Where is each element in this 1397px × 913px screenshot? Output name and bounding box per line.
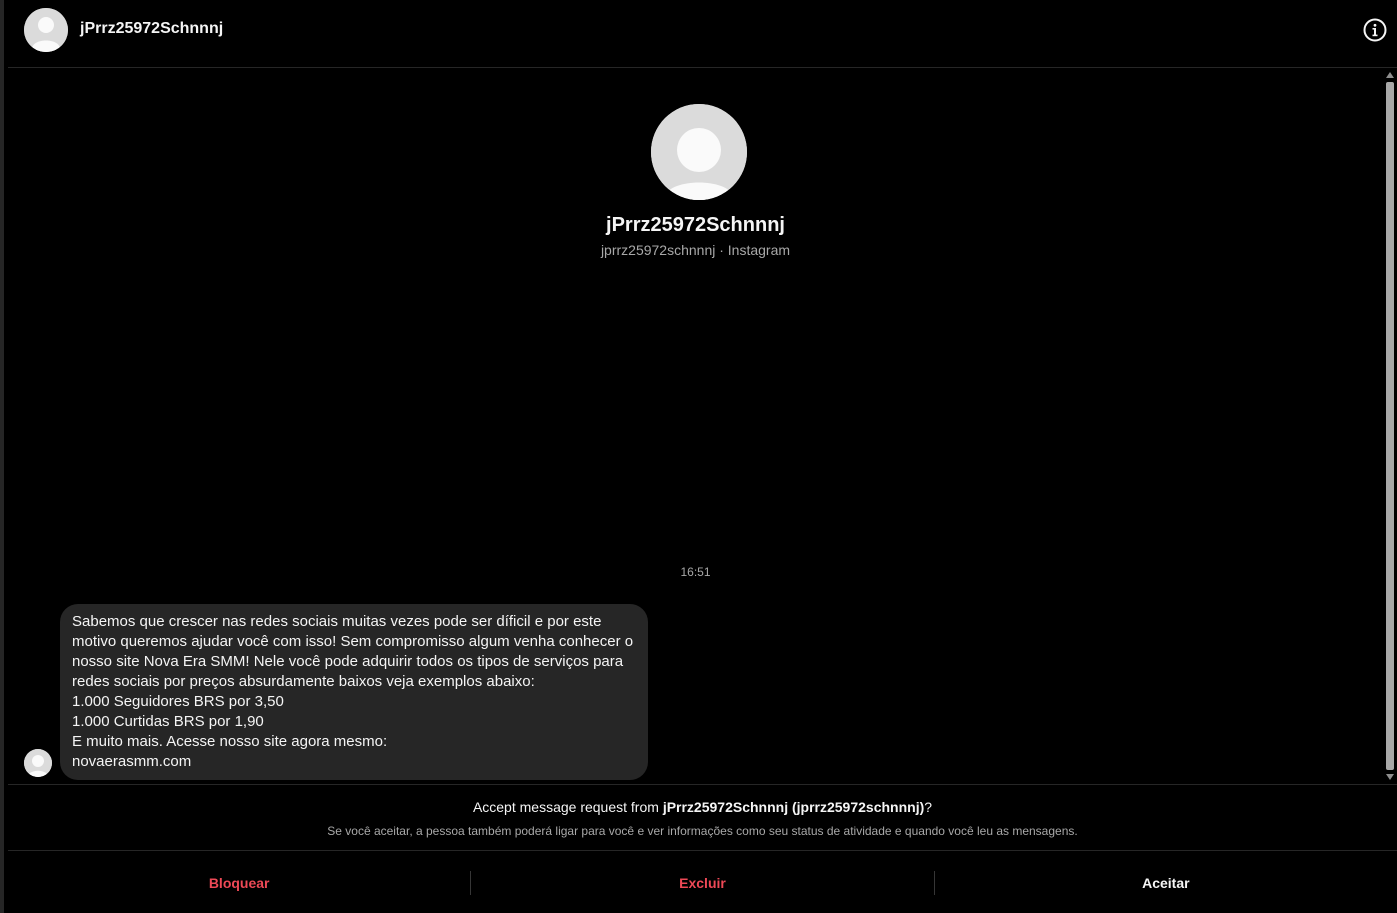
accept-button[interactable]: Aceitar xyxy=(935,852,1397,913)
direct-message-window: jPrrz25972Schnnnj jPrrz25972Schnnnj jprr… xyxy=(0,0,1397,913)
user-silhouette-icon xyxy=(651,104,747,200)
thread-header: jPrrz25972Schnnnj xyxy=(8,0,1397,68)
message-bubble[interactable]: Sabemos que crescer nas redes sociais mu… xyxy=(60,604,648,780)
message-line: Sabemos que crescer nas redes sociais mu… xyxy=(72,613,602,630)
sender-avatar[interactable] xyxy=(24,749,52,777)
message-thread[interactable]: jPrrz25972Schnnnj jprrz25972schnnnj · In… xyxy=(8,68,1383,784)
header-avatar[interactable] xyxy=(24,8,68,52)
message-timestamp: 16:51 xyxy=(680,565,711,579)
message-line: nosso site Nova Era SMM! Nele você pode … xyxy=(72,653,624,670)
user-silhouette-icon xyxy=(24,8,68,52)
scroll-thumb[interactable] xyxy=(1386,82,1394,770)
scroll-down-arrow-icon[interactable] xyxy=(1386,774,1394,780)
block-button[interactable]: Bloquear xyxy=(8,852,470,913)
profile-avatar[interactable] xyxy=(651,104,747,200)
header-username[interactable]: jPrrz25972Schnnnj xyxy=(80,20,223,38)
scroll-up-arrow-icon[interactable] xyxy=(1386,72,1394,78)
request-title: Accept message request from jPrrz25972Sc… xyxy=(8,799,1397,815)
message-line: 1.000 Seguidores BRS por 3,50 xyxy=(72,693,284,710)
request-title-user: jPrrz25972Schnnnj (jprrz25972schnnnj) xyxy=(662,799,925,815)
request-note: Se você aceitar, a pessoa também poderá … xyxy=(327,824,1078,838)
delete-button[interactable]: Excluir xyxy=(471,852,933,913)
profile-name: jPrrz25972Schnnnj xyxy=(606,214,785,236)
user-silhouette-icon xyxy=(24,749,52,777)
request-title-prefix: Accept message request from xyxy=(472,799,663,815)
info-icon[interactable] xyxy=(1363,18,1387,42)
message-link[interactable]: novaerasmm.com xyxy=(72,752,636,772)
message-line: motivo queremos ajudar você com isso! Se… xyxy=(72,633,634,650)
message-line: redes sociais por preços absurdamente ba… xyxy=(72,673,535,690)
thread-scrollbar[interactable] xyxy=(1383,68,1397,784)
request-title-suffix: ? xyxy=(924,799,933,815)
profile-subtitle: jprrz25972schnnnj · Instagram xyxy=(600,242,791,258)
message-line: E muito mais. Acesse nosso site agora me… xyxy=(72,733,388,750)
message-request-panel: Accept message request from jPrrz25972Sc… xyxy=(8,784,1397,851)
message-line: 1.000 Curtidas BRS por 1,90 xyxy=(72,713,264,730)
request-actions: Bloquear Excluir Aceitar xyxy=(8,852,1397,913)
